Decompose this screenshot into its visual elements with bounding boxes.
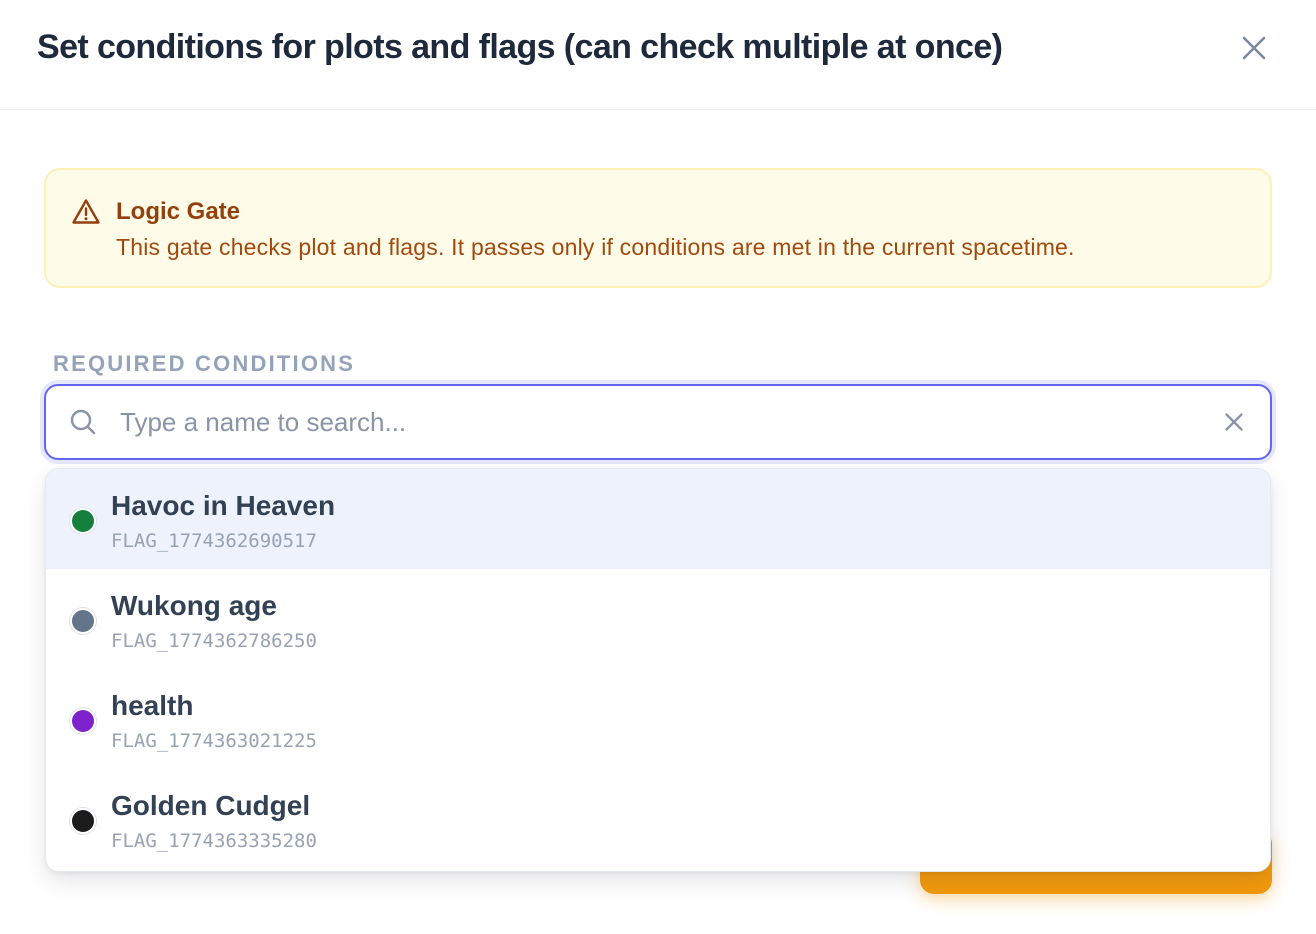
dialog-header: Set conditions for plots and flags (can … bbox=[0, 0, 1316, 110]
clear-search-button[interactable] bbox=[1220, 408, 1248, 436]
condition-search-field[interactable] bbox=[44, 384, 1272, 460]
color-dot bbox=[72, 610, 94, 632]
option-name: Havoc in Heaven bbox=[111, 490, 336, 521]
close-button[interactable] bbox=[1236, 30, 1272, 66]
option-id: FLAG_1774362690517 bbox=[111, 530, 317, 552]
option-id: FLAG_1774363021225 bbox=[111, 730, 317, 752]
conditions-dialog: Set conditions for plots and flags (can … bbox=[0, 0, 1316, 934]
alert-title: Logic Gate bbox=[116, 198, 241, 225]
option-item[interactable]: Wukong age FLAG_1774362786250 bbox=[46, 569, 1270, 669]
option-name: Golden Cudgel bbox=[111, 790, 311, 821]
logic-gate-alert: Logic Gate This gate checks plot and fla… bbox=[44, 168, 1272, 288]
warning-triangle-icon bbox=[72, 199, 100, 224]
color-dot bbox=[72, 510, 94, 532]
condition-options-dropdown: Havoc in Heaven FLAG_1774362690517 Wukon… bbox=[45, 468, 1271, 872]
option-name: Wukong age bbox=[111, 590, 277, 621]
alert-description: This gate checks plot and flags. It pass… bbox=[116, 234, 1075, 260]
option-item[interactable]: Golden Cudgel FLAG_1774363335280 bbox=[46, 769, 1270, 869]
close-icon bbox=[1242, 36, 1266, 59]
color-dot bbox=[72, 710, 94, 732]
dialog-title: Set conditions for plots and flags (can … bbox=[37, 28, 1003, 66]
required-conditions-label: REQUIRED CONDITIONS bbox=[53, 351, 356, 376]
search-icon bbox=[70, 409, 96, 435]
search-input[interactable] bbox=[120, 406, 1220, 438]
option-item[interactable]: Havoc in Heaven FLAG_1774362690517 bbox=[46, 469, 1270, 569]
option-id: FLAG_1774363335280 bbox=[111, 830, 317, 852]
option-item[interactable]: health FLAG_1774363021225 bbox=[46, 669, 1270, 769]
color-dot bbox=[72, 810, 94, 832]
option-id: FLAG_1774362786250 bbox=[111, 630, 317, 652]
option-name: health bbox=[111, 690, 194, 721]
clear-icon bbox=[1225, 413, 1243, 431]
